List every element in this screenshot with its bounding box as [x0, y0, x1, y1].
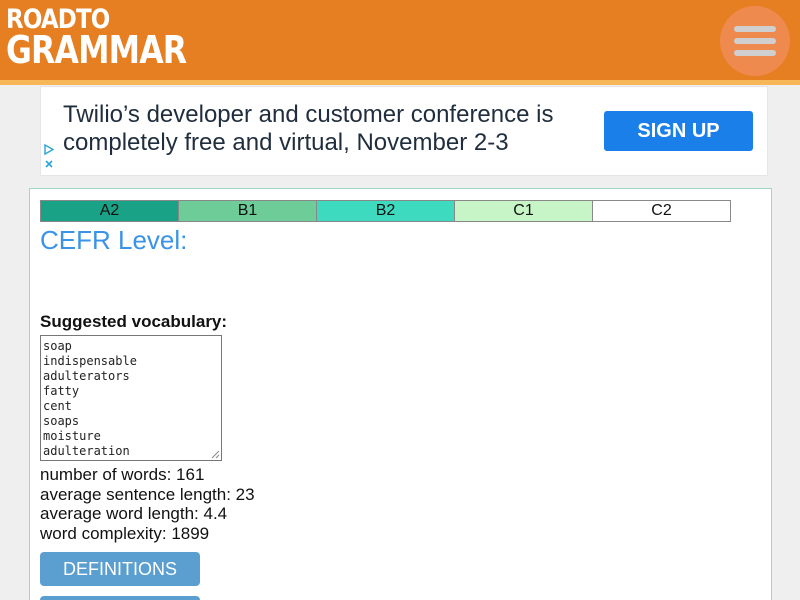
vocab-word: adulterators	[43, 369, 130, 383]
vocab-textarea[interactable]: soap indispensable adulterators fatty cent so…	[40, 335, 222, 461]
hamburger-icon	[734, 26, 776, 32]
resize-grip-icon[interactable]	[211, 450, 220, 459]
cefr-level-c1: C1	[454, 200, 593, 222]
stat-word-count: number of words: 161	[40, 465, 205, 484]
secondary-button[interactable]	[40, 596, 200, 600]
vocab-word: soaps	[43, 414, 80, 428]
vocab-word: indispensable	[43, 354, 137, 368]
header-divider	[0, 80, 800, 85]
vocab-word: cent	[43, 399, 72, 413]
vocab-label: Suggested vocabulary:	[40, 312, 228, 331]
vocab-word: moisture	[43, 429, 101, 443]
site-logo[interactable]: ROADTO GRAMMAR	[6, 6, 223, 69]
definitions-button[interactable]: DEFINITIONS	[40, 552, 200, 586]
stat-sentence-length: average sentence length: 23	[40, 484, 255, 504]
site-header: ROADTO GRAMMAR	[0, 0, 800, 80]
hamburger-icon-bar	[734, 38, 776, 44]
cefr-level-bar: A2 B1 B2 C1 C2	[40, 200, 731, 222]
vocab-word: fatty	[43, 384, 80, 398]
cefr-level-c2: C2	[592, 200, 731, 222]
ad-signup-button[interactable]: SIGN UP	[604, 111, 753, 151]
hamburger-icon-bar	[734, 50, 776, 56]
text-stats: number of words: 161 average sentence le…	[40, 465, 255, 544]
cefr-level-b2: B2	[316, 200, 455, 222]
stat-word-length: average word length: 4.4	[40, 504, 228, 524]
hamburger-menu-button[interactable]	[720, 6, 790, 76]
adchoices-icon[interactable]	[44, 143, 54, 171]
vocab-list: soap indispensable adulterators fatty cent so…	[43, 339, 219, 459]
cefr-level-b1: B1	[178, 200, 317, 222]
ad-banner[interactable]: Twilio’s developer and customer conferen…	[40, 86, 768, 176]
vocab-word: adulteration	[43, 444, 130, 458]
vocab-word: soap	[43, 339, 72, 353]
cefr-level-a2: A2	[40, 200, 179, 222]
logo-bottom-text: GRAMMAR	[6, 28, 187, 72]
analysis-card: A2 B1 B2 C1 C2 CEFR Level: Suggested voc…	[29, 188, 772, 600]
stat-word-complexity: word complexity: 1899	[40, 524, 210, 544]
ad-text[interactable]: Twilio’s developer and customer conferen…	[63, 101, 603, 157]
cefr-level-heading: CEFR Level:	[40, 225, 188, 255]
